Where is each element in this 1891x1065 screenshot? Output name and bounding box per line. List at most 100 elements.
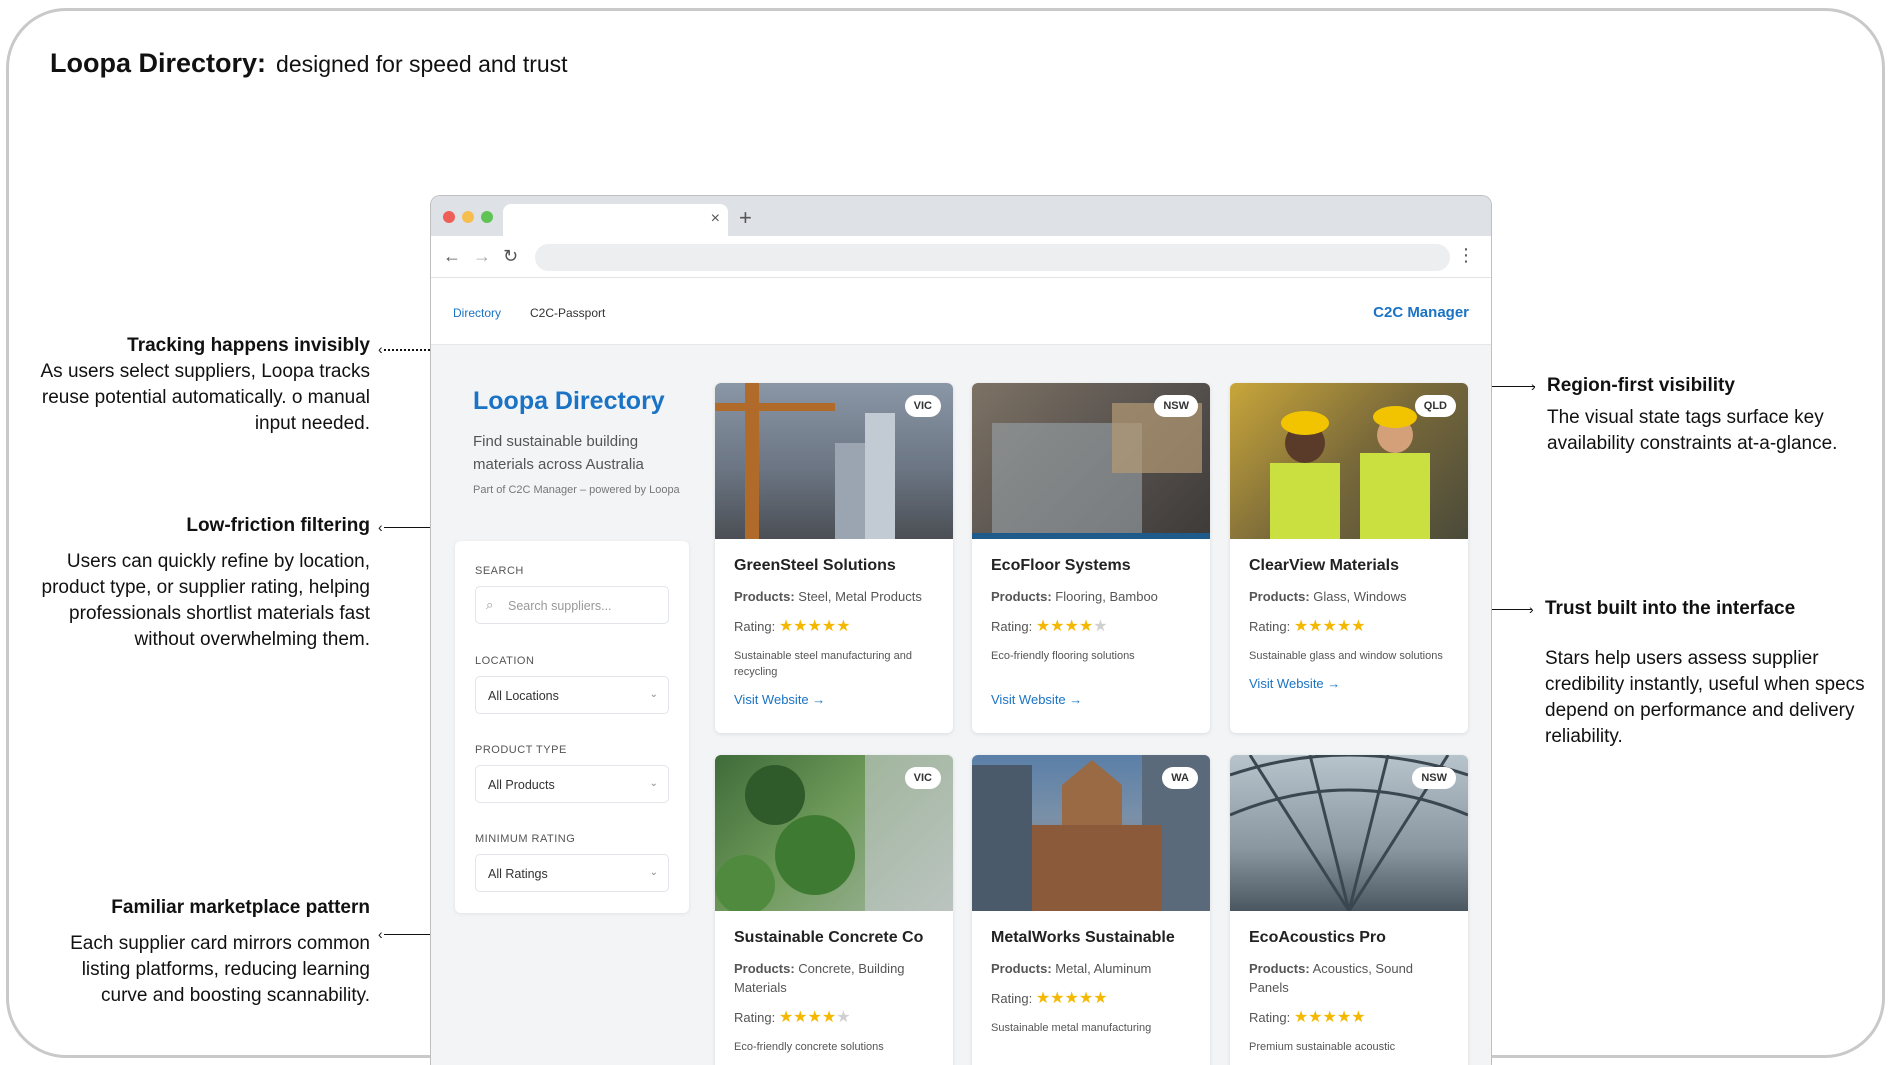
new-tab-icon[interactable]: + xyxy=(739,205,752,231)
star-filled-icon: ★ xyxy=(1336,1009,1352,1026)
address-bar[interactable] xyxy=(535,244,1450,271)
page-title-subtitle: designed for speed and trust xyxy=(276,51,568,77)
close-icon[interactable]: × xyxy=(711,210,720,228)
browser-tab[interactable]: × xyxy=(503,204,728,236)
annotation-body: The visual state tags surface key availa… xyxy=(1547,407,1838,454)
rating-label: Rating: xyxy=(991,619,1033,634)
annotation-body: As users select suppliers, Loopa tracks … xyxy=(40,361,371,434)
minimum-rating-value: All Ratings xyxy=(488,867,548,881)
star-filled-icon: ★ xyxy=(1322,618,1337,635)
star-filled-icon: ★ xyxy=(793,1009,808,1026)
annotation-region: Region-first visibility The visual state… xyxy=(1547,373,1867,457)
star-filled-icon: ★ xyxy=(1308,1009,1323,1026)
arrow-right-icon: › xyxy=(1531,378,1536,394)
maximize-window-dot[interactable] xyxy=(481,211,493,223)
annotation-heading: Low-friction filtering xyxy=(186,515,370,536)
supplier-card[interactable]: QLD ClearView Materials Products: Glass,… xyxy=(1230,383,1468,733)
annotation-tracking: Tracking happens invisibly As users sele… xyxy=(30,333,371,437)
annotation-filtering: Low-friction filtering Users can quickly… xyxy=(30,513,370,653)
star-filled-icon: ★ xyxy=(1322,1009,1337,1026)
star-filled-icon: ★ xyxy=(778,1009,794,1026)
star-empty-icon: ★ xyxy=(1093,618,1108,635)
star-filled-icon: ★ xyxy=(778,618,794,635)
rating-label: Rating: xyxy=(734,1010,776,1025)
chevron-down-icon: ⌄ xyxy=(649,689,658,700)
forward-icon[interactable]: → xyxy=(473,246,491,267)
annotation-heading: Region-first visibility xyxy=(1547,375,1735,396)
reload-icon[interactable]: ↻ xyxy=(503,246,518,267)
card-title: ClearView Materials xyxy=(1249,557,1400,574)
star-filled-icon: ★ xyxy=(1336,618,1352,635)
nav-link-c2c-passport[interactable]: C2C-Passport xyxy=(530,306,605,320)
sidebar-description: Find sustainable building materials acro… xyxy=(473,433,644,473)
more-icon[interactable]: ⋮ xyxy=(1457,245,1475,266)
minimum-rating-label: MINIMUM RATING xyxy=(475,833,576,845)
annotation-body: Each supplier card mirrors common listin… xyxy=(70,933,370,1006)
card-title: Sustainable Concrete Co xyxy=(734,929,924,946)
arrow-left-icon: ‹ xyxy=(378,926,383,942)
annotation-heading: Trust built into the interface xyxy=(1545,598,1796,619)
star-rating: ★★★★★ xyxy=(779,1009,851,1026)
card-image-workers: QLD xyxy=(1230,383,1468,539)
arrow-left-icon: ‹ xyxy=(378,519,383,535)
annotation-trust: Trust built into the interface Stars hel… xyxy=(1545,596,1865,750)
products-label: Products: xyxy=(1249,589,1310,604)
search-input[interactable]: ⌕ Search suppliers... xyxy=(475,586,669,624)
star-filled-icon: ★ xyxy=(1078,990,1094,1007)
brand-link[interactable]: C2C Manager xyxy=(1373,304,1469,321)
star-filled-icon: ★ xyxy=(1293,1009,1309,1026)
products-value: Metal, Aluminum xyxy=(1055,961,1152,976)
search-placeholder: Search suppliers... xyxy=(508,599,612,613)
arrow-left-icon: ‹ xyxy=(378,341,383,357)
star-rating: ★★★★★ xyxy=(1036,990,1108,1007)
chevron-down-icon: ⌄ xyxy=(649,867,658,878)
card-description: Sustainable glass and window solutions xyxy=(1249,650,1443,662)
location-select[interactable]: All Locations ⌄ xyxy=(475,676,669,714)
product-type-select[interactable]: All Products ⌄ xyxy=(475,765,669,803)
page-content: Loopa Directory Find sustainable buildin… xyxy=(431,345,1491,1065)
visit-website-link[interactable]: Visit Website → xyxy=(734,692,934,707)
close-window-dot[interactable] xyxy=(443,211,455,223)
star-filled-icon: ★ xyxy=(1293,618,1309,635)
card-description: Eco-friendly flooring solutions xyxy=(991,650,1135,662)
chevron-down-icon: ⌄ xyxy=(649,778,658,789)
product-type-value: All Products xyxy=(488,778,555,792)
star-filled-icon: ★ xyxy=(793,618,808,635)
visit-website-link[interactable]: Visit Website → xyxy=(991,692,1191,707)
annotation-marketplace: Familiar marketplace pattern Each suppli… xyxy=(30,895,370,1009)
nav-link-directory[interactable]: Directory xyxy=(453,306,501,320)
back-icon[interactable]: ← xyxy=(443,246,461,267)
star-rating: ★★★★★ xyxy=(1294,1009,1366,1026)
star-filled-icon: ★ xyxy=(807,1009,822,1026)
browser-toolbar: ← → ↻ ⋮ xyxy=(431,236,1491,278)
region-tag: NSW xyxy=(1154,395,1198,417)
star-filled-icon: ★ xyxy=(1093,990,1108,1007)
star-filled-icon: ★ xyxy=(1308,618,1323,635)
products-label: Products: xyxy=(734,589,795,604)
supplier-card[interactable]: VIC GreenSteel Solutions Products: Steel… xyxy=(715,383,953,733)
visit-website-link[interactable]: Visit Website → xyxy=(1249,676,1449,691)
supplier-card[interactable]: NSW EcoAcoustics Pro Products: Acoustics… xyxy=(1230,755,1468,1065)
minimize-window-dot[interactable] xyxy=(462,211,474,223)
region-tag: NSW xyxy=(1412,767,1456,789)
location-value: All Locations xyxy=(488,689,559,703)
star-filled-icon: ★ xyxy=(821,618,837,635)
star-filled-icon: ★ xyxy=(1351,1009,1366,1026)
star-filled-icon: ★ xyxy=(807,618,822,635)
minimum-rating-select[interactable]: All Ratings ⌄ xyxy=(475,854,669,892)
card-title: EcoAcoustics Pro xyxy=(1249,929,1386,946)
products-label: Products: xyxy=(991,589,1052,604)
supplier-card[interactable]: NSW EcoFloor Systems Products: Flooring,… xyxy=(972,383,1210,733)
star-filled-icon: ★ xyxy=(1035,990,1051,1007)
supplier-card[interactable]: WA MetalWorks Sustainable Products: Meta… xyxy=(972,755,1210,1065)
sidebar-title: Loopa Directory xyxy=(473,387,665,415)
star-filled-icon: ★ xyxy=(1035,618,1051,635)
filter-panel: SEARCH ⌕ Search suppliers... LOCATION Al… xyxy=(455,541,689,913)
card-description: Sustainable metal manufacturing xyxy=(991,1022,1152,1034)
star-empty-icon: ★ xyxy=(836,1009,851,1026)
star-rating: ★★★★★ xyxy=(779,618,851,635)
annotation-heading: Tracking happens invisibly xyxy=(127,335,370,356)
supplier-card[interactable]: VIC Sustainable Concrete Co Products: Co… xyxy=(715,755,953,1065)
rating-label: Rating: xyxy=(991,991,1033,1006)
annotation-body: Stars help users assess supplier credibi… xyxy=(1545,648,1865,747)
